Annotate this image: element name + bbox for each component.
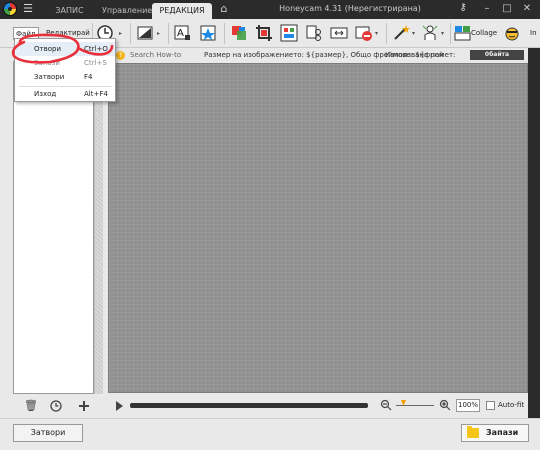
- tab-edit[interactable]: РЕДАКЦИЯ: [152, 3, 212, 19]
- menu-item-save[interactable]: Запази Ctrl+S: [16, 56, 115, 70]
- menu-item-shortcut: F4: [84, 73, 93, 81]
- emoji-icon[interactable]: [503, 24, 521, 42]
- trash-icon[interactable]: 🗑: [24, 399, 38, 413]
- frame-delay-icon[interactable]: [49, 399, 63, 413]
- text-icon[interactable]: A: [174, 24, 192, 42]
- svg-text:A: A: [177, 28, 184, 39]
- menu-item-shortcut: Ctrl+O: [84, 45, 108, 53]
- menu-item-close[interactable]: Затвори F4: [16, 70, 115, 84]
- zoom-slider[interactable]: [396, 405, 434, 406]
- toolbar-separator: [130, 23, 131, 44]
- bottom-bar: Затвори Запази: [0, 418, 540, 450]
- home-icon[interactable]: ⌂: [218, 3, 230, 15]
- add-frame-icon[interactable]: [77, 399, 91, 413]
- person-effect-icon[interactable]: [421, 24, 439, 42]
- info-bar: ? Search How-to Размер на изображението:…: [108, 48, 528, 63]
- collage-icon[interactable]: [454, 24, 472, 42]
- chevron-right-icon[interactable]: ▸: [119, 31, 124, 37]
- folder-icon: [467, 426, 479, 438]
- play-icon[interactable]: [116, 401, 123, 411]
- menu-item-label: Затвори: [34, 73, 65, 81]
- frame-effect-icon[interactable]: [136, 24, 154, 42]
- lightbulb-icon[interactable]: ?: [116, 51, 125, 60]
- frame-list[interactable]: [13, 61, 94, 394]
- title-bar: ☰ ЗАПИС Управление РЕДАКЦИЯ ⌂ Honeycam 4…: [0, 0, 540, 19]
- logo-icon[interactable]: [3, 2, 17, 16]
- search-howto-link[interactable]: Search How-to: [130, 51, 181, 59]
- save-button-label: Запази: [486, 428, 519, 437]
- minimize-icon[interactable]: –: [480, 2, 494, 16]
- menu-item-open[interactable]: Отвори Ctrl+O: [16, 42, 115, 56]
- menu-item-shortcut: Alt+F4: [84, 90, 108, 98]
- memory-value: 0байта: [470, 50, 524, 60]
- autofit-label[interactable]: Auto-fit: [498, 401, 524, 409]
- autofit-checkbox[interactable]: [486, 401, 495, 410]
- zoom-level-field[interactable]: 100%: [456, 399, 480, 412]
- close-icon[interactable]: ✕: [520, 2, 534, 16]
- zoom-in-icon[interactable]: [439, 399, 451, 411]
- toolbar-separator: [168, 23, 169, 44]
- chevron-down-icon[interactable]: ▾: [441, 31, 446, 37]
- sticker-icon[interactable]: [199, 24, 217, 42]
- frame-list-scrollbar[interactable]: [94, 61, 103, 394]
- save-button[interactable]: Запази: [461, 424, 529, 442]
- memory-label: Използвана памет:: [385, 51, 456, 59]
- more-tools-label[interactable]: In: [530, 29, 537, 37]
- tab-manage[interactable]: Управление: [96, 3, 152, 19]
- tab-record[interactable]: ЗАПИС: [46, 3, 93, 19]
- menu-item-label: Изход: [34, 90, 57, 98]
- collage-label[interactable]: Collage: [471, 29, 497, 37]
- timeline-slider[interactable]: [130, 403, 368, 408]
- delete-frames-icon[interactable]: [355, 24, 373, 42]
- maximize-icon[interactable]: □: [500, 2, 514, 16]
- resize-icon[interactable]: [230, 24, 248, 42]
- zoom-out-icon[interactable]: [380, 399, 392, 411]
- crop-icon[interactable]: [255, 24, 273, 42]
- file-dropdown-menu: Отвори Ctrl+O Запази Ctrl+S Затвори F4 И…: [14, 38, 116, 102]
- menu-item-label: Запази: [34, 59, 60, 67]
- magic-wand-icon[interactable]: [392, 24, 410, 42]
- chevron-down-icon[interactable]: ▾: [375, 31, 380, 37]
- menu-item-exit[interactable]: Изход Alt+F4: [16, 87, 115, 101]
- trim-icon[interactable]: [330, 24, 348, 42]
- close-button[interactable]: Затвори: [13, 424, 83, 442]
- canvas-size-icon[interactable]: [280, 24, 298, 42]
- window-title: Honeycam 4.31 (Нерегистрирана): [279, 4, 421, 13]
- chevron-right-icon[interactable]: ▸: [157, 31, 162, 37]
- toolbar-separator: [386, 23, 387, 44]
- playback-bar: 100% Auto-fit: [108, 393, 528, 418]
- chevron-down-icon[interactable]: ▾: [412, 31, 417, 37]
- menu-item-shortcut: Ctrl+S: [84, 59, 107, 67]
- menu-item-label: Отвори: [34, 45, 61, 53]
- toolbar-separator: [450, 23, 451, 44]
- key-icon[interactable]: ⚷: [457, 2, 469, 14]
- toolbar-separator: [224, 23, 225, 44]
- hamburger-icon[interactable]: ☰: [22, 3, 34, 15]
- image-canvas[interactable]: [108, 63, 528, 393]
- cut-icon[interactable]: [305, 24, 323, 42]
